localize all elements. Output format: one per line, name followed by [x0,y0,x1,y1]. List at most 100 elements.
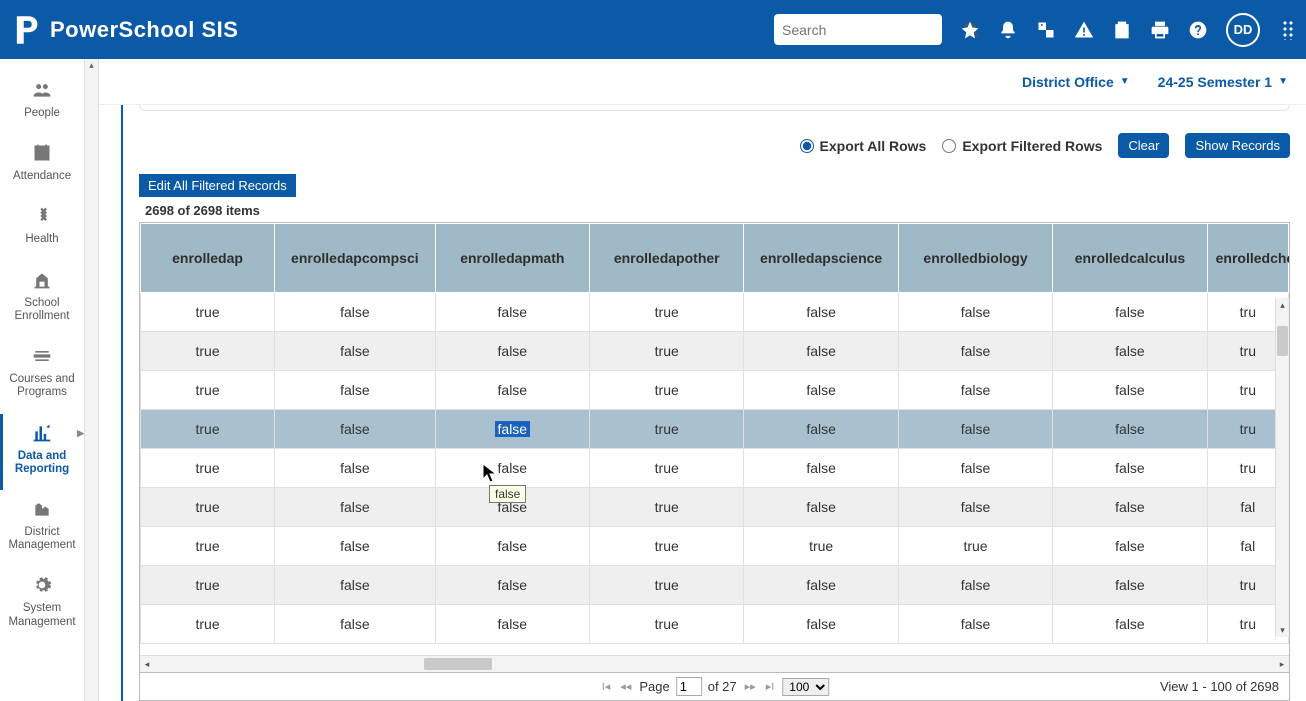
app-logo[interactable]: PowerSchool SIS [12,14,238,46]
pager-prev-icon[interactable]: ◂◂ [618,680,633,693]
table-cell[interactable]: false [898,488,1052,527]
table-cell[interactable]: false [744,488,898,527]
table-cell[interactable]: false [1053,293,1207,332]
table-cell[interactable]: true [590,605,744,644]
table-row[interactable]: truefalsefalsetruefalsefalsefalsetru [141,449,1289,488]
pager-next-icon[interactable]: ▸▸ [743,680,758,693]
table-cell[interactable]: true [590,449,744,488]
table-cell[interactable]: true [141,410,275,449]
scroll-thumb[interactable] [1277,326,1288,356]
table-cell[interactable]: false [275,566,436,605]
table-cell[interactable]: false [1053,566,1207,605]
sidebar-item-district-management[interactable]: District Management [0,490,84,566]
pager-first-icon[interactable]: I◂ [600,680,613,693]
show-records-button[interactable]: Show Records [1185,133,1290,158]
export-all-radio[interactable]: Export All Rows [800,138,927,154]
table-cell[interactable]: true [590,527,744,566]
table-cell[interactable]: false [898,332,1052,371]
table-cell[interactable]: true [590,566,744,605]
star-icon[interactable] [960,20,980,40]
table-cell[interactable]: false [1053,332,1207,371]
table-cell[interactable]: false [435,566,589,605]
table-cell[interactable]: false [744,332,898,371]
table-cell[interactable]: false [275,488,436,527]
table-cell[interactable]: false [744,293,898,332]
scroll-thumb[interactable] [424,658,492,670]
table-cell[interactable]: true [141,293,275,332]
location-selector[interactable]: District Office ▼ [1022,74,1130,90]
table-cell[interactable]: false [435,371,589,410]
table-row[interactable]: truefalsefalsetruetruetruefalsefal [141,527,1289,566]
help-icon[interactable] [1188,20,1208,40]
table-cell[interactable]: false [275,527,436,566]
export-filtered-radio[interactable]: Export Filtered Rows [942,138,1102,154]
table-cell[interactable]: false [1053,527,1207,566]
table-cell[interactable]: false [898,410,1052,449]
table-cell[interactable]: false [275,605,436,644]
scroll-up-arrow-icon[interactable]: ▴ [85,59,98,71]
table-cell[interactable]: true [141,449,275,488]
column-header[interactable]: enrolledapscience [744,224,898,293]
table-cell[interactable]: true [141,371,275,410]
table-cell[interactable]: false [898,605,1052,644]
table-row[interactable]: truefalsefalsetruefalsefalsefalsetru [141,410,1289,449]
table-cell[interactable]: true [590,293,744,332]
table-cell[interactable]: false [744,371,898,410]
table-cell[interactable]: true [141,488,275,527]
translate-icon[interactable] [1036,20,1056,40]
table-cell[interactable]: false [898,293,1052,332]
sidebar-item-school-enrollment[interactable]: School Enrollment [0,261,84,337]
alert-triangle-icon[interactable] [1074,20,1094,40]
table-cell[interactable]: true [590,410,744,449]
search-box[interactable] [774,14,942,45]
table-cell[interactable]: true [141,527,275,566]
table-row[interactable]: truefalsefalsetruefalsefalsefalsefal [141,488,1289,527]
user-avatar[interactable]: DD [1226,13,1260,47]
table-row[interactable]: truefalsefalsetruefalsefalsefalsetru [141,293,1289,332]
column-header[interactable]: enrolledbiology [898,224,1052,293]
edit-filtered-button[interactable]: Edit All Filtered Records [139,174,296,197]
sidebar-item-courses-programs[interactable]: Courses and Programs [0,337,84,413]
clear-button[interactable]: Clear [1118,133,1169,158]
table-cell[interactable]: false [898,371,1052,410]
export-filtered-radio-input[interactable] [942,139,956,153]
table-cell[interactable]: false [744,410,898,449]
term-selector[interactable]: 24-25 Semester 1 ▼ [1158,74,1288,90]
scroll-down-arrow-icon[interactable]: ▾ [1276,623,1289,637]
scroll-right-arrow-icon[interactable]: ▸ [1275,656,1289,672]
table-cell[interactable]: false [435,293,589,332]
table-cell[interactable]: false [275,293,436,332]
pager-pagesize-select[interactable]: 100 [782,678,829,696]
scroll-up-arrow-icon[interactable]: ▴ [1276,298,1289,312]
pager-page-input[interactable] [676,677,702,696]
table-cell[interactable]: false [744,449,898,488]
pager-last-icon[interactable]: ▸I [764,680,777,693]
table-cell[interactable]: false [898,566,1052,605]
sidebar-item-system-management[interactable]: System Management [0,566,84,642]
table-cell[interactable]: false [1053,488,1207,527]
column-header[interactable]: enrolledapmath [435,224,589,293]
scroll-left-arrow-icon[interactable]: ◂ [140,656,154,672]
table-cell[interactable]: false [275,332,436,371]
table-row[interactable]: truefalsefalsetruefalsefalsefalsetru [141,332,1289,371]
column-header[interactable]: enrolledche [1207,224,1288,293]
column-header[interactable]: enrolledcalculus [1053,224,1207,293]
column-header[interactable]: enrolledap [141,224,275,293]
bell-icon[interactable] [998,20,1018,40]
sidebar-item-health[interactable]: Health [0,197,84,260]
table-cell[interactable]: false [275,449,436,488]
table-cell[interactable]: true [744,527,898,566]
table-cell[interactable]: true [898,527,1052,566]
table-cell[interactable]: false [744,605,898,644]
table-vertical-scrollbar[interactable]: ▴ ▾ [1275,298,1289,637]
table-cell[interactable]: false [1053,605,1207,644]
table-cell[interactable]: false [1053,410,1207,449]
sidebar-item-people[interactable]: People [0,71,84,134]
printer-icon[interactable] [1150,20,1170,40]
table-cell[interactable]: false [744,566,898,605]
table-cell[interactable]: true [141,605,275,644]
export-all-radio-input[interactable] [800,139,814,153]
table-cell[interactable]: false [1053,449,1207,488]
table-cell[interactable]: true [590,332,744,371]
table-cell[interactable]: true [141,566,275,605]
